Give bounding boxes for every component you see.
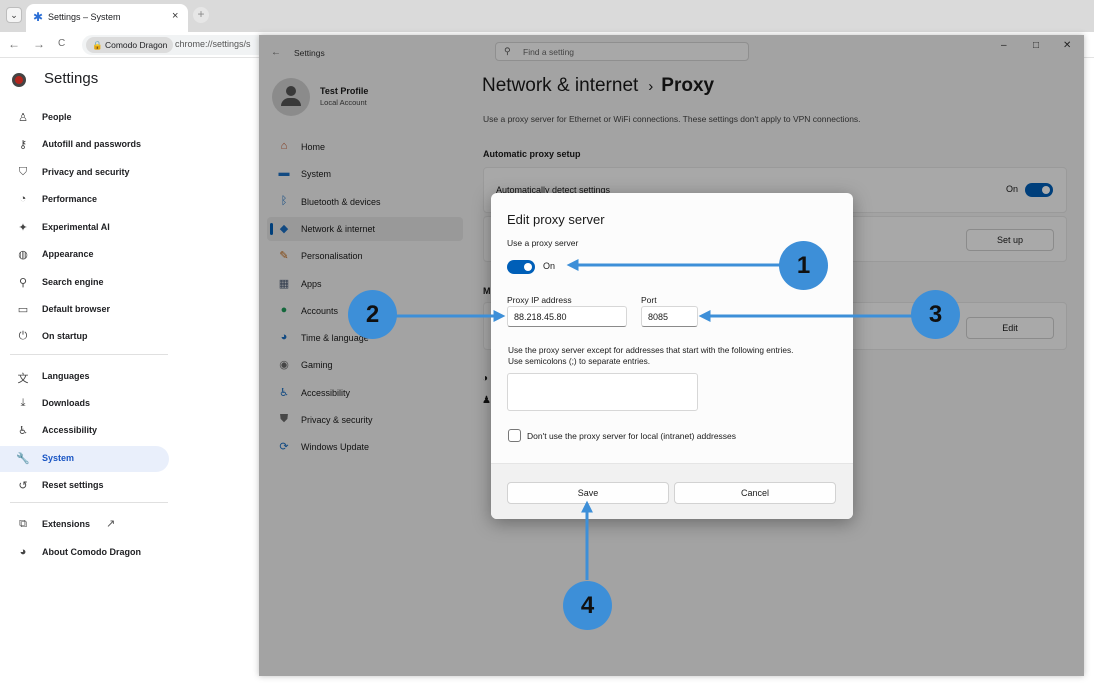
chrome-sidebar-item-people[interactable]: ♙ People <box>0 105 169 131</box>
chrome-sidebar-label: Autofill and passwords <box>42 139 142 149</box>
chrome-sidebar-item-accessibility[interactable]: ♿ Accessibility <box>0 418 169 444</box>
chrome-sidebar-item-autofill-and-passwords[interactable]: ⚷ Autofill and passwords <box>0 132 169 158</box>
chrome-sidebar-label: About Comodo Dragon <box>42 547 141 557</box>
browser-window-icon: ▭ <box>17 304 29 316</box>
local-bypass-label: Don't use the proxy server for local (in… <box>527 431 737 441</box>
site-chip-label: Comodo Dragon <box>104 40 168 50</box>
chrome-sidebar-item-on-startup[interactable]: ⏻ On startup <box>0 324 169 350</box>
callout-3: 3 <box>911 290 960 339</box>
site-chip[interactable]: 🔒 Comodo Dragon <box>86 37 174 53</box>
callout-4: 4 <box>563 581 612 630</box>
use-proxy-toggle[interactable] <box>507 260 535 274</box>
callout-1: 1 <box>779 241 828 290</box>
chrome-sidebar-label: Default browser <box>42 304 111 314</box>
download-icon: ⤓ <box>20 397 26 409</box>
dragon-logo-icon: ◕ <box>19 546 27 558</box>
chrome-sidebar-item-reset-settings[interactable]: ↺ Reset settings <box>0 473 169 499</box>
chrome-sidebar-label: Languages <box>42 371 90 381</box>
chrome-sidebar-item-privacy-and-security[interactable]: ⛉ Privacy and security <box>0 160 169 186</box>
settings-gear-icon: ✱ <box>33 10 44 24</box>
use-proxy-label: Use a proxy server <box>507 238 579 248</box>
chrome-sidebar-item-search-engine[interactable]: ⚲ Search engine <box>0 270 169 296</box>
tab-strip: ⌄ ✱ Settings – System × + <box>0 0 1094 32</box>
callout-2: 2 <box>348 290 397 339</box>
forward-button[interactable]: → <box>33 37 45 51</box>
sparkle-icon: ✦ <box>18 222 28 234</box>
external-link-icon: ↗ <box>106 518 116 530</box>
dialog-footer: Save Cancel <box>491 463 853 519</box>
chrome-settings-title: Settings <box>44 70 99 87</box>
chrome-sidebar-item-system[interactable]: 🔧 System <box>0 446 169 472</box>
dialog-title: Edit proxy server <box>507 212 605 227</box>
power-icon: ⏻ <box>18 330 28 342</box>
chrome-sidebar-item-downloads[interactable]: ⤓ Downloads <box>0 391 169 417</box>
close-tab-icon[interactable]: × <box>172 10 178 22</box>
exceptions-description: Use the proxy server except for addresse… <box>508 345 793 367</box>
shield-icon: ⛉ <box>18 166 28 178</box>
url-text[interactable]: chrome://settings/s <box>175 39 251 49</box>
palette-icon: ◍ <box>18 249 28 261</box>
reload-button[interactable]: C <box>58 38 65 49</box>
new-tab-button[interactable]: + <box>193 7 209 23</box>
comodo-dragon-logo-icon <box>12 73 26 87</box>
use-proxy-state: On <box>543 261 556 271</box>
chrome-sidebar-label: Privacy and security <box>42 167 130 177</box>
chrome-sidebar-label: Performance <box>42 194 98 204</box>
chrome-sidebar-label: Experimental AI <box>42 222 110 232</box>
translate-icon: 文 <box>17 373 29 385</box>
chrome-sidebar-label: System <box>42 453 75 463</box>
chrome-sidebar-item-about-comodo-dragon[interactable]: ◕ About Comodo Dragon <box>0 540 169 566</box>
lock-icon: 🔒 <box>92 40 103 50</box>
chrome-sidebar-label: Accessibility <box>42 425 98 435</box>
puzzle-icon: ⧉ <box>19 518 27 530</box>
sidebar-divider <box>10 502 168 503</box>
chrome-sidebar-label: On startup <box>42 331 88 341</box>
reset-icon: ↺ <box>18 480 28 492</box>
port-label: Port <box>641 295 657 305</box>
exceptions-textarea[interactable] <box>507 373 698 411</box>
exceptions-line-1: Use the proxy server except for addresse… <box>508 345 794 355</box>
person-icon: ♙ <box>18 112 28 124</box>
key-icon: ⚷ <box>18 139 28 151</box>
search-icon: ⚲ <box>18 277 28 289</box>
browser-tab[interactable]: ✱ Settings – System × <box>26 4 188 32</box>
sidebar-divider <box>10 354 168 355</box>
chrome-sidebar-label: Downloads <box>42 398 91 408</box>
cancel-button[interactable]: Cancel <box>674 482 836 504</box>
chrome-sidebar-item-appearance[interactable]: ◍ Appearance <box>0 242 169 268</box>
chrome-sidebar-label: Appearance <box>42 249 94 259</box>
gauge-icon: ◔ <box>19 193 27 205</box>
proxy-ip-label: Proxy IP address <box>507 295 572 305</box>
proxy-ip-input[interactable] <box>507 306 627 327</box>
chrome-sidebar-label: People <box>42 112 72 122</box>
exceptions-line-2: Use semicolons (;) to separate entries. <box>508 356 651 366</box>
wrench-icon: 🔧 <box>16 453 30 465</box>
chrome-sidebar-item-experimental-ai[interactable]: ✦ Experimental AI <box>0 215 169 241</box>
chrome-sidebar-label: Extensions <box>42 519 91 529</box>
port-input[interactable] <box>641 306 698 327</box>
tab-title: Settings – System <box>48 12 121 22</box>
chrome-sidebar-item-performance[interactable]: ◔ Performance <box>0 187 169 213</box>
tab-search-dropdown-icon[interactable]: ⌄ <box>6 7 22 23</box>
chrome-sidebar-item-default-browser[interactable]: ▭ Default browser <box>0 297 169 323</box>
chrome-sidebar-item-languages[interactable]: 文 Languages <box>0 364 169 390</box>
chrome-sidebar-label: Reset settings <box>42 480 104 490</box>
local-bypass-checkbox[interactable] <box>508 429 521 442</box>
chrome-sidebar-label: Search engine <box>42 277 104 287</box>
chrome-sidebar-item-extensions[interactable]: ⧉ Extensions ↗ <box>0 512 169 538</box>
back-button[interactable]: ← <box>8 37 20 51</box>
save-button[interactable]: Save <box>507 482 669 504</box>
toggle-knob <box>524 263 532 271</box>
accessibility-icon: ♿ <box>18 425 28 437</box>
